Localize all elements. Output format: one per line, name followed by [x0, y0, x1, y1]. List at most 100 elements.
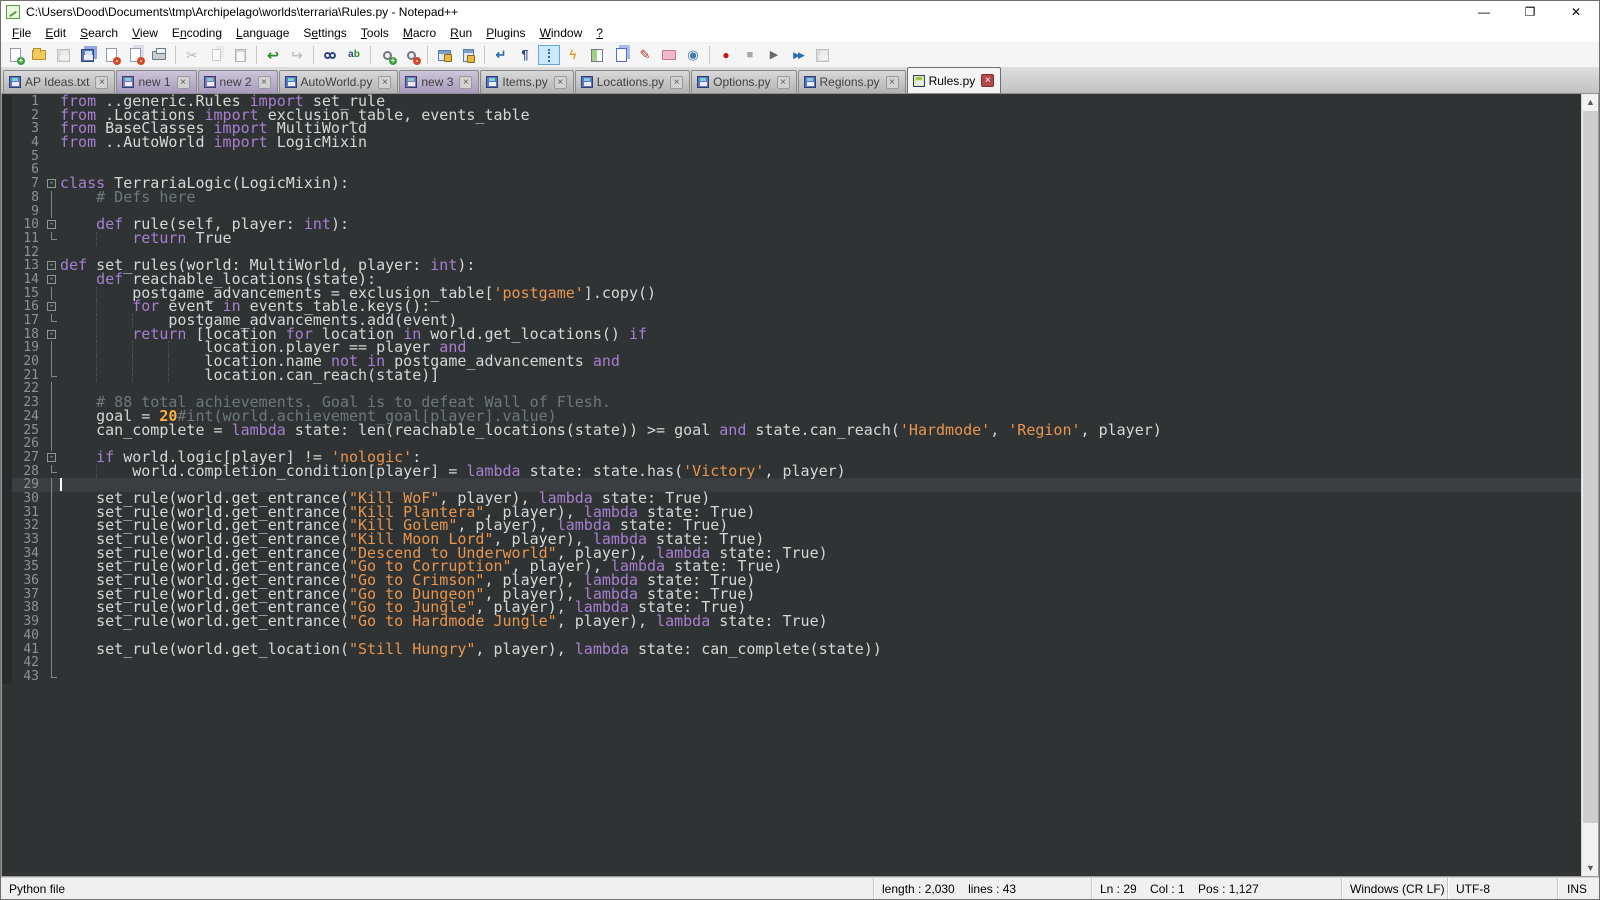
tab-close-icon[interactable]: × [459, 76, 472, 89]
bookmark-margin[interactable] [2, 273, 12, 287]
sync-vertical-scroll-button[interactable] [433, 45, 455, 65]
fold-margin[interactable]: - [44, 218, 60, 232]
bookmark-margin[interactable] [2, 205, 12, 219]
bookmark-margin[interactable] [2, 492, 12, 506]
fold-margin[interactable] [44, 191, 60, 205]
line-number[interactable]: 35 [12, 560, 44, 574]
fold-margin[interactable] [44, 670, 60, 684]
line-number[interactable]: 27 [12, 451, 44, 465]
line-number[interactable]: 43 [12, 670, 44, 684]
fold-margin[interactable] [44, 533, 60, 547]
status-insert-mode[interactable]: INS [1557, 878, 1599, 899]
tab-rules-py[interactable]: Rules.py× [907, 67, 1002, 93]
line-number[interactable]: 10 [12, 218, 44, 232]
fold-margin[interactable] [44, 410, 60, 424]
line-number[interactable]: 19 [12, 341, 44, 355]
menu-item-file[interactable]: File [5, 24, 38, 42]
line-number[interactable]: 23 [12, 396, 44, 410]
bookmark-margin[interactable] [2, 643, 12, 657]
fold-margin[interactable] [44, 615, 60, 629]
cut-button[interactable]: ✂ [181, 45, 203, 65]
bookmark-margin[interactable] [2, 218, 12, 232]
sync-horizontal-scroll-button[interactable] [457, 45, 479, 65]
fold-margin[interactable] [44, 122, 60, 136]
bookmark-margin[interactable] [2, 232, 12, 246]
fold-margin[interactable] [44, 506, 60, 520]
bookmark-margin[interactable] [2, 451, 12, 465]
bookmark-margin[interactable] [2, 369, 12, 383]
code-line[interactable]: 4from ..AutoWorld import LogicMixin [2, 136, 1581, 150]
bookmark-margin[interactable] [2, 136, 12, 150]
code-line[interactable]: 21 location.can_reach(state)] [2, 369, 1581, 383]
bookmark-margin[interactable] [2, 547, 12, 561]
fold-margin[interactable]: - [44, 300, 60, 314]
fold-margin[interactable]: - [44, 259, 60, 273]
line-number[interactable]: 34 [12, 547, 44, 561]
bookmark-margin[interactable] [2, 246, 12, 260]
line-number[interactable]: 38 [12, 601, 44, 615]
copy-button[interactable] [205, 45, 227, 65]
line-number[interactable]: 12 [12, 246, 44, 260]
line-number[interactable]: 6 [12, 163, 44, 177]
tab-new-1[interactable]: new 1× [116, 70, 196, 93]
line-number[interactable]: 26 [12, 437, 44, 451]
bookmark-margin[interactable] [2, 574, 12, 588]
code-line[interactable]: 11 return True [2, 232, 1581, 246]
show-all-characters-button[interactable]: ¶ [514, 45, 536, 65]
line-number[interactable]: 39 [12, 615, 44, 629]
tab-new-3[interactable]: new 3× [399, 70, 479, 93]
scrollbar-thumb[interactable] [1583, 111, 1598, 823]
fold-margin[interactable]: - [44, 273, 60, 287]
fold-margin[interactable] [44, 232, 60, 246]
code-line[interactable]: 41 set_rule(world.get_location("Still Hu… [2, 643, 1581, 657]
fold-margin[interactable] [44, 560, 60, 574]
file-monitoring-button[interactable]: ◉ [682, 45, 704, 65]
line-number[interactable]: 3 [12, 122, 44, 136]
fold-margin[interactable] [44, 643, 60, 657]
document-map-button[interactable] [586, 45, 608, 65]
line-number[interactable]: 7 [12, 177, 44, 191]
function-completion-button[interactable]: ϟ [562, 45, 584, 65]
bookmark-margin[interactable] [2, 122, 12, 136]
new-file-button[interactable]: + [4, 45, 26, 65]
folder-as-workspace-button[interactable] [658, 45, 680, 65]
fold-margin[interactable] [44, 205, 60, 219]
code-line[interactable]: 8 # Defs here [2, 191, 1581, 205]
fold-margin[interactable] [44, 341, 60, 355]
menu-item-settings[interactable]: Settings [296, 24, 353, 42]
bookmark-margin[interactable] [2, 287, 12, 301]
line-number[interactable]: 1 [12, 95, 44, 109]
fold-margin[interactable] [44, 369, 60, 383]
bookmark-margin[interactable] [2, 95, 12, 109]
code-line[interactable]: 25 can_complete = lambda state: len(reac… [2, 424, 1581, 438]
close-file-button[interactable]: - [100, 45, 122, 65]
fold-margin[interactable] [44, 136, 60, 150]
line-number[interactable]: 17 [12, 314, 44, 328]
line-number[interactable]: 16 [12, 300, 44, 314]
paste-button[interactable] [229, 45, 251, 65]
line-number[interactable]: 41 [12, 643, 44, 657]
undo-button[interactable]: ↩ [262, 45, 284, 65]
line-number[interactable]: 29 [12, 478, 44, 492]
line-number[interactable]: 15 [12, 287, 44, 301]
tab-locations-py[interactable]: Locations.py× [575, 70, 690, 93]
menu-item-encoding[interactable]: Encoding [165, 24, 229, 42]
minimize-button[interactable]: — [1461, 1, 1507, 23]
bookmark-margin[interactable] [2, 465, 12, 479]
fold-margin[interactable] [44, 287, 60, 301]
replace-button[interactable]: ab [343, 45, 365, 65]
status-eol-format[interactable]: Windows (CR LF) [1341, 878, 1447, 899]
status-encoding[interactable]: UTF-8 [1447, 878, 1557, 899]
line-number[interactable]: 9 [12, 205, 44, 219]
bookmark-margin[interactable] [2, 560, 12, 574]
line-number[interactable]: 28 [12, 465, 44, 479]
fold-margin[interactable] [44, 424, 60, 438]
save-button[interactable] [52, 45, 74, 65]
fold-margin[interactable] [44, 396, 60, 410]
bookmark-margin[interactable] [2, 478, 12, 492]
bookmark-margin[interactable] [2, 533, 12, 547]
word-wrap-button[interactable]: ↵ [490, 45, 512, 65]
macro-run-multiple-button[interactable]: ▶▶ [787, 45, 809, 65]
line-number[interactable]: 36 [12, 574, 44, 588]
code-line[interactable]: 7-class TerrariaLogic(LogicMixin): [2, 177, 1581, 191]
